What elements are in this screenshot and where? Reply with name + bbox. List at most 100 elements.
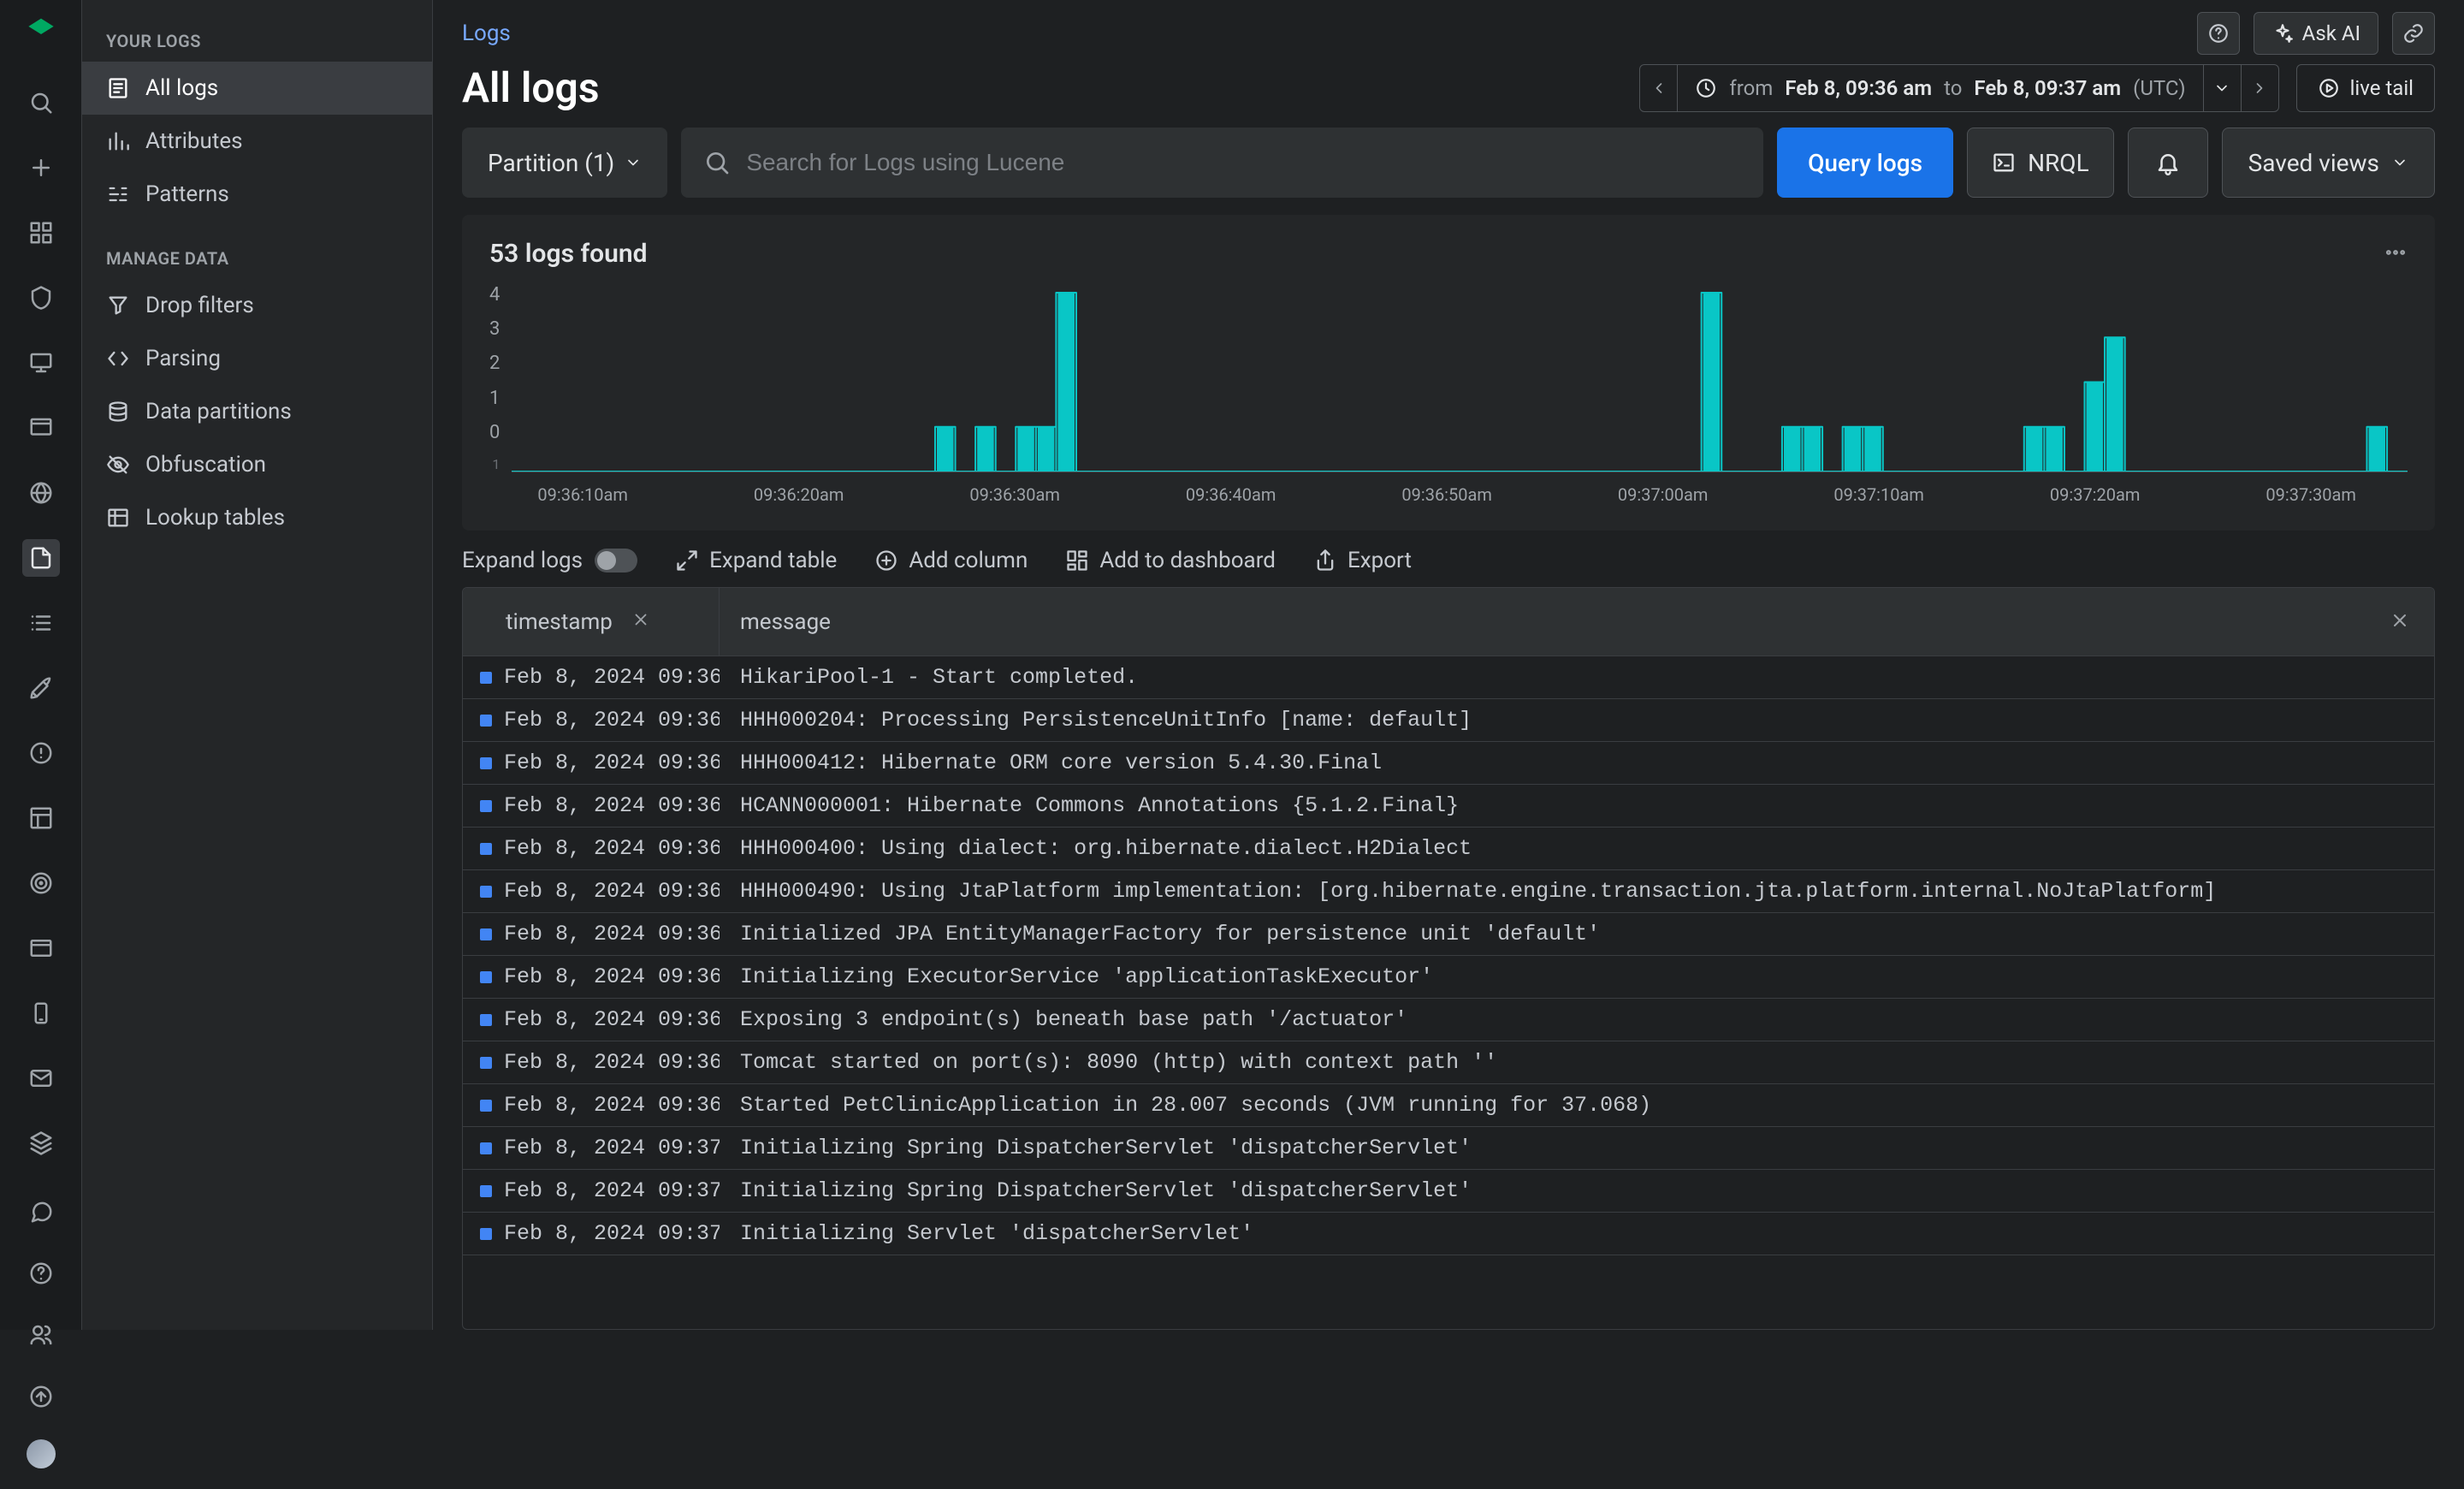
log-row[interactable]: Feb 8, 2024 09:37:… Initializing Spring …	[463, 1170, 2434, 1213]
th-timestamp-close[interactable]	[626, 609, 655, 635]
export-label: Export	[1348, 548, 1412, 573]
nav-shield-icon[interactable]	[22, 279, 60, 317]
sidebar-item-label: Attributes	[145, 128, 243, 154]
expand-logs-toggle[interactable]: Expand logs	[462, 548, 637, 573]
cell-message: HCANN000001: Hibernate Commons Annotatio…	[720, 793, 2434, 818]
add-column-button[interactable]: Add column	[874, 548, 1028, 573]
avatar[interactable]	[27, 1439, 56, 1468]
sidebar-item-lookup-tables[interactable]: Lookup tables	[82, 491, 432, 544]
nav-target-icon[interactable]	[22, 864, 60, 902]
timestamp-value: Feb 8, 2024 09:36:…	[504, 1007, 720, 1032]
logo[interactable]	[22, 15, 60, 53]
ask-ai-button[interactable]: Ask AI	[2254, 12, 2378, 55]
expand-icon	[675, 549, 699, 572]
log-row[interactable]: Feb 8, 2024 09:36:… HHH000490: Using Jta…	[463, 870, 2434, 913]
th-message[interactable]: message	[720, 609, 2366, 635]
search-input[interactable]	[746, 149, 1741, 176]
query-logs-button[interactable]: Query logs	[1777, 128, 1953, 198]
help-button[interactable]	[2197, 12, 2240, 55]
nav-search-icon[interactable]	[22, 84, 60, 122]
nav-chat-icon[interactable]	[22, 1193, 60, 1231]
sidebar-item-patterns[interactable]: Patterns	[82, 168, 432, 221]
nav-users-icon[interactable]	[22, 1316, 60, 1354]
add-dashboard-button[interactable]: Add to dashboard	[1065, 548, 1276, 573]
page-title: All logs	[462, 63, 600, 112]
nav-grid-icon[interactable]	[22, 214, 60, 252]
log-row[interactable]: Feb 8, 2024 09:37:… Initializing Servlet…	[463, 1213, 2434, 1255]
nav-help-icon[interactable]	[22, 1255, 60, 1292]
add-dashboard-label: Add to dashboard	[1099, 548, 1276, 573]
nav-upload-icon[interactable]	[22, 1378, 60, 1415]
nav-globe-icon[interactable]	[22, 474, 60, 512]
saved-views-button[interactable]: Saved views	[2222, 128, 2435, 198]
live-tail-button[interactable]: live tail	[2296, 64, 2435, 112]
log-row[interactable]: Feb 8, 2024 09:37:… Initializing Spring …	[463, 1127, 2434, 1170]
log-row[interactable]: Feb 8, 2024 09:36:… Started PetClinicApp…	[463, 1084, 2434, 1127]
log-row[interactable]: Feb 8, 2024 09:36:… Initialized JPA Enti…	[463, 913, 2434, 956]
x-tick: 09:36:10am	[537, 484, 628, 505]
patterns-icon	[106, 182, 130, 206]
log-row[interactable]: Feb 8, 2024 09:36:… HHH000204: Processin…	[463, 699, 2434, 742]
nav-list-icon[interactable]	[22, 604, 60, 642]
results-menu[interactable]	[2384, 240, 2408, 268]
sidebar-item-drop-filters[interactable]: Drop filters	[82, 279, 432, 332]
time-range-next[interactable]	[2241, 65, 2278, 111]
table-body[interactable]: Feb 8, 2024 09:36:… HikariPool-1 - Start…	[463, 656, 2434, 1329]
cell-timestamp: Feb 8, 2024 09:36:…	[463, 665, 720, 690]
time-range-from-value: Feb 8, 09:36 am	[1785, 76, 1932, 100]
time-range-prev[interactable]	[1640, 65, 1678, 111]
sidebar-item-label: All logs	[145, 75, 218, 101]
nav-monitor-icon[interactable]	[22, 344, 60, 382]
log-severity-dot	[480, 1057, 492, 1069]
title-row: All logs from Feb 8, 09:36 am to Feb 8, …	[433, 63, 2464, 128]
nav-rocket-icon[interactable]	[22, 669, 60, 707]
cell-message: Initializing Servlet 'dispatcherServlet'	[720, 1221, 2434, 1246]
log-row[interactable]: Feb 8, 2024 09:36:… HHH000412: Hibernate…	[463, 742, 2434, 785]
sidebar-item-all-logs[interactable]: All logs	[82, 62, 432, 115]
cell-message: HHH000400: Using dialect: org.hibernate.…	[720, 836, 2434, 861]
nav-mail-icon[interactable]	[22, 1059, 60, 1097]
log-row[interactable]: Feb 8, 2024 09:36:… HCANN000001: Hiberna…	[463, 785, 2434, 828]
nav-alert-icon[interactable]	[22, 734, 60, 772]
export-button[interactable]: Export	[1313, 548, 1412, 573]
share-button[interactable]	[2392, 12, 2435, 55]
sidebar-item-attributes[interactable]: Attributes	[82, 115, 432, 168]
nrql-button[interactable]: NRQL	[1967, 128, 2114, 198]
log-row[interactable]: Feb 8, 2024 09:36:… HikariPool-1 - Start…	[463, 656, 2434, 699]
nav-mobile-icon[interactable]	[22, 994, 60, 1032]
nav-layout-icon[interactable]	[22, 799, 60, 837]
nav-logs-icon[interactable]	[22, 539, 60, 577]
log-severity-dot	[480, 971, 492, 983]
log-row[interactable]: Feb 8, 2024 09:36:… Exposing 3 endpoint(…	[463, 999, 2434, 1041]
table-toolbar: Expand logs Expand table Add column Add …	[433, 548, 2464, 587]
query-logs-label: Query logs	[1808, 149, 1922, 177]
log-row[interactable]: Feb 8, 2024 09:36:… HHH000400: Using dia…	[463, 828, 2434, 870]
timestamp-value: Feb 8, 2024 09:37:…	[504, 1136, 720, 1160]
partition-button[interactable]: Partition (1)	[462, 128, 667, 198]
sidebar-item-obfuscation[interactable]: Obfuscation	[82, 438, 432, 491]
nav-add-icon[interactable]	[22, 149, 60, 187]
timestamp-value: Feb 8, 2024 09:36:…	[504, 964, 720, 989]
sidebar: YOUR LOGS All logs Attributes Patterns M…	[82, 0, 433, 1330]
nav-browser-icon[interactable]	[22, 409, 60, 447]
chevron-down-icon	[625, 154, 642, 171]
timestamp-value: Feb 8, 2024 09:37:…	[504, 1221, 720, 1246]
search-row: Partition (1) Query logs NRQL Saved view…	[433, 128, 2464, 215]
time-range-dropdown[interactable]	[2203, 65, 2241, 111]
th-message-close[interactable]	[2366, 610, 2434, 634]
database-icon	[106, 400, 130, 424]
time-range-body[interactable]: from Feb 8, 09:36 am to Feb 8, 09:37 am …	[1678, 65, 2202, 111]
breadcrumb[interactable]: Logs	[462, 21, 511, 46]
alerts-button[interactable]	[2128, 128, 2208, 198]
sidebar-item-data-partitions[interactable]: Data partitions	[82, 385, 432, 438]
log-row[interactable]: Feb 8, 2024 09:36:… Initializing Executo…	[463, 956, 2434, 999]
th-timestamp[interactable]: timestamp	[463, 588, 720, 656]
timestamp-value: Feb 8, 2024 09:36:…	[504, 1050, 720, 1075]
nav-window-icon[interactable]	[22, 929, 60, 967]
toggle-switch[interactable]	[595, 549, 637, 572]
sidebar-item-parsing[interactable]: Parsing	[82, 332, 432, 385]
chart-svg[interactable]	[512, 284, 2408, 472]
log-row[interactable]: Feb 8, 2024 09:36:… Tomcat started on po…	[463, 1041, 2434, 1084]
nav-layers-icon[interactable]	[22, 1124, 60, 1162]
expand-table-button[interactable]: Expand table	[675, 548, 837, 573]
